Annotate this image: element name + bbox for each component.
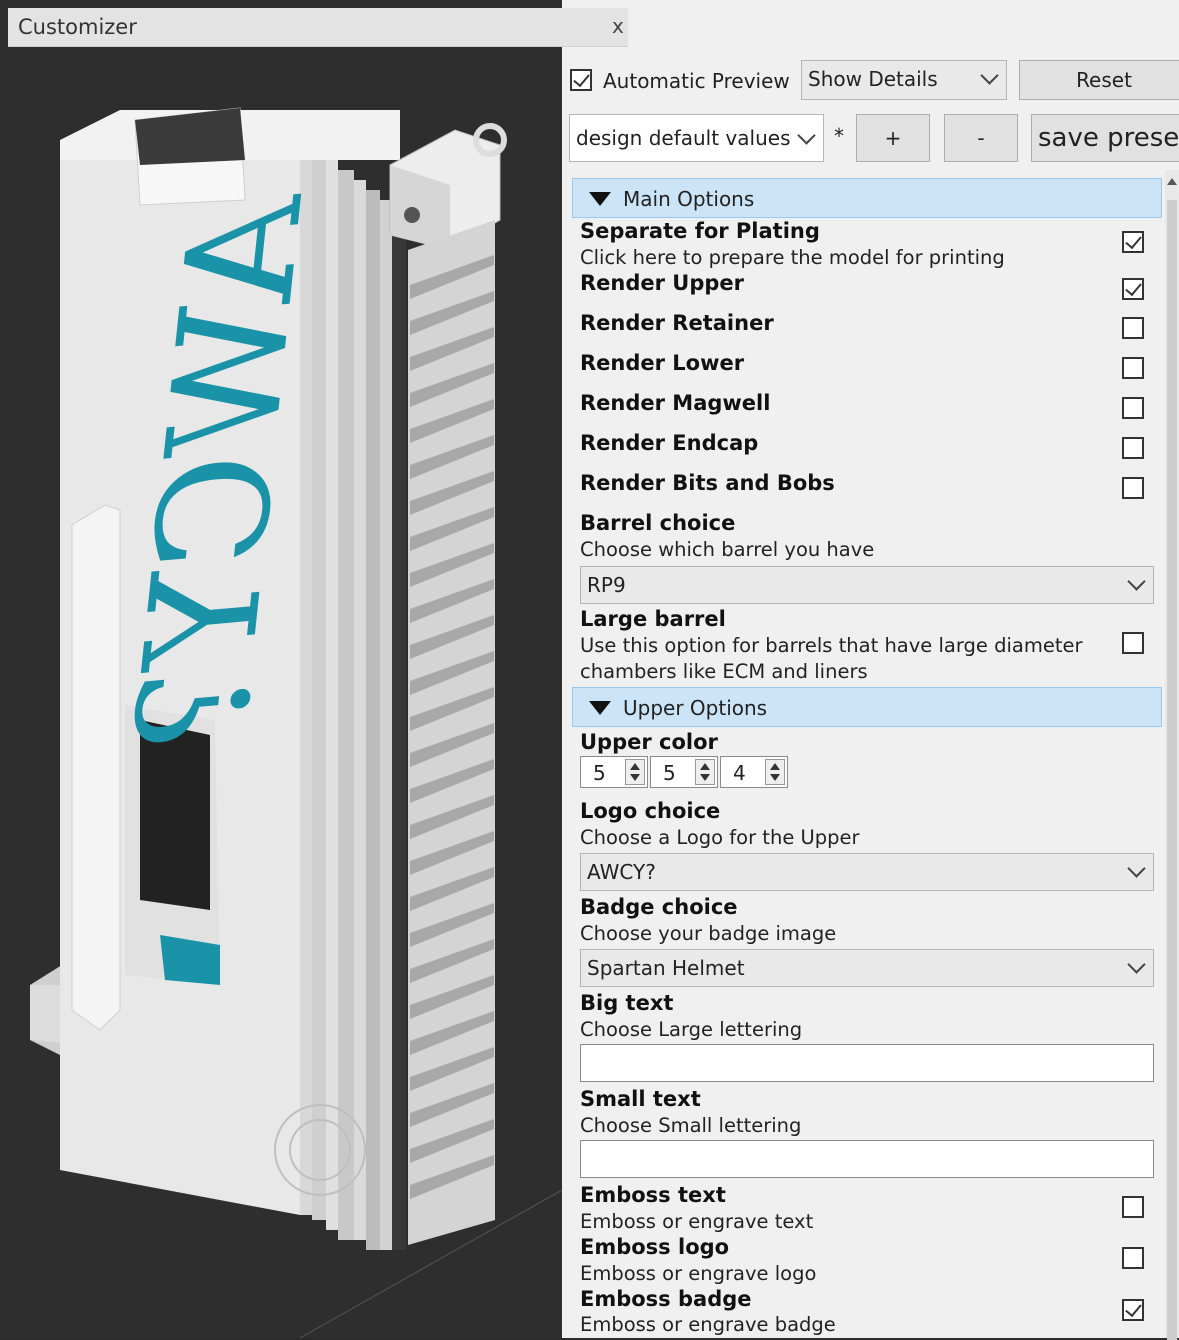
param-separate-name: Separate for Plating <box>580 219 820 243</box>
preset-select-value: design default values <box>576 126 791 150</box>
section-upper-title: Upper Options <box>623 696 768 720</box>
triangle-down-icon <box>589 701 611 715</box>
triangle-down-icon <box>589 192 611 206</box>
param-emboss-logo-desc: Emboss or engrave logo <box>580 1262 817 1285</box>
upper-color-g-value: 5 <box>663 761 676 785</box>
param-badge-name: Badge choice <box>580 895 738 919</box>
spin-arrows-icon[interactable] <box>625 759 645 785</box>
param-separate-desc: Click here to prepare the model for prin… <box>580 246 1005 269</box>
chevron-down-icon <box>1127 955 1146 974</box>
section-main-title: Main Options <box>623 187 755 211</box>
model-render: AWCY? <box>30 107 562 1338</box>
param-small-text-name: Small text <box>580 1087 701 1111</box>
3d-viewport[interactable]: AWCY? <box>0 0 562 1338</box>
customizer-title: Customizer <box>18 15 137 39</box>
separate-for-plating-checkbox[interactable] <box>1122 231 1144 253</box>
reset-button[interactable]: Reset <box>1019 60 1179 100</box>
section-upper-options[interactable]: Upper Options <box>572 687 1162 727</box>
param-render-lower-name: Render Lower <box>580 351 745 375</box>
param-render-bits-name: Render Bits and Bobs <box>580 471 835 495</box>
upper-color-r-value: 5 <box>593 761 606 785</box>
logo-select[interactable]: AWCY? <box>580 853 1154 891</box>
save-preset-button[interactable]: save prese <box>1031 114 1179 162</box>
add-preset-button[interactable]: + <box>856 114 930 162</box>
big-text-input[interactable] <box>580 1044 1154 1082</box>
small-text-input[interactable] <box>580 1140 1154 1178</box>
spin-arrows-icon[interactable] <box>765 759 785 785</box>
preset-select[interactable]: design default values <box>569 114 824 162</box>
param-small-text-desc: Choose Small lettering <box>580 1114 802 1137</box>
param-emboss-text-desc: Emboss or engrave text <box>580 1210 814 1233</box>
customizer-titlebar: Customizer x <box>8 8 628 47</box>
render-magwell-checkbox[interactable] <box>1122 397 1144 419</box>
param-upper-color-name: Upper color <box>580 730 718 754</box>
param-render-endcap-name: Render Endcap <box>580 431 759 455</box>
param-badge-desc: Choose your badge image <box>580 922 837 945</box>
badge-select[interactable]: Spartan Helmet <box>580 949 1154 987</box>
upper-color-g-spinbox[interactable]: 5 <box>650 756 718 788</box>
scroll-up-icon[interactable] <box>1167 178 1177 185</box>
chevron-down-icon <box>980 66 999 85</box>
chevron-down-icon <box>1127 859 1146 878</box>
remove-preset-button[interactable]: - <box>944 114 1018 162</box>
param-logo-name: Logo choice <box>580 799 721 823</box>
spin-arrows-icon[interactable] <box>695 759 715 785</box>
automatic-preview-label: Automatic Preview <box>603 69 790 93</box>
details-select[interactable]: Show Details <box>801 60 1007 100</box>
param-render-magwell-name: Render Magwell <box>580 391 771 415</box>
section-main-options[interactable]: Main Options <box>572 178 1162 218</box>
param-large-barrel-desc2: chambers like ECM and liners <box>580 660 868 683</box>
param-emboss-badge-name: Emboss badge <box>580 1287 752 1311</box>
param-emboss-logo-name: Emboss logo <box>580 1235 730 1259</box>
barrel-select-value: RP9 <box>587 573 626 597</box>
param-big-text-name: Big text <box>580 991 674 1015</box>
large-barrel-checkbox[interactable] <box>1122 632 1144 654</box>
emboss-text-checkbox[interactable] <box>1122 1196 1144 1218</box>
panel-scrollbar[interactable] <box>1165 170 1179 1340</box>
upper-color-r-spinbox[interactable]: 5 <box>580 756 648 788</box>
logo-select-value: AWCY? <box>587 860 656 884</box>
badge-select-value: Spartan Helmet <box>587 956 745 980</box>
chevron-down-icon <box>1127 572 1146 591</box>
upper-color-b-spinbox[interactable]: 4 <box>720 756 788 788</box>
param-logo-desc: Choose a Logo for the Upper <box>580 826 860 849</box>
render-lower-checkbox[interactable] <box>1122 357 1144 379</box>
chevron-down-icon <box>797 126 816 145</box>
param-large-barrel-desc1: Use this option for barrels that have la… <box>580 634 1083 657</box>
param-barrel-name: Barrel choice <box>580 511 736 535</box>
automatic-preview-checkbox[interactable] <box>570 69 592 91</box>
param-render-upper-name: Render Upper <box>580 271 745 295</box>
param-emboss-badge-desc: Emboss or engrave badge <box>580 1313 836 1336</box>
scrollbar-thumb[interactable] <box>1167 200 1177 1340</box>
render-upper-checkbox[interactable] <box>1122 278 1144 300</box>
param-barrel-desc: Choose which barrel you have <box>580 538 875 561</box>
render-retainer-checkbox[interactable] <box>1122 317 1144 339</box>
param-large-barrel-name: Large barrel <box>580 607 726 631</box>
param-emboss-text-name: Emboss text <box>580 1183 726 1207</box>
render-bits-checkbox[interactable] <box>1122 477 1144 499</box>
barrel-select[interactable]: RP9 <box>580 566 1154 604</box>
emboss-badge-checkbox[interactable] <box>1122 1299 1144 1321</box>
param-render-retainer-name: Render Retainer <box>580 311 774 335</box>
close-icon[interactable]: x <box>612 14 624 38</box>
emboss-logo-checkbox[interactable] <box>1122 1247 1144 1269</box>
render-endcap-checkbox[interactable] <box>1122 437 1144 459</box>
param-big-text-desc: Choose Large lettering <box>580 1018 803 1041</box>
modified-marker: * <box>834 124 844 148</box>
upper-color-b-value: 4 <box>733 761 746 785</box>
details-select-value: Show Details <box>808 67 938 91</box>
